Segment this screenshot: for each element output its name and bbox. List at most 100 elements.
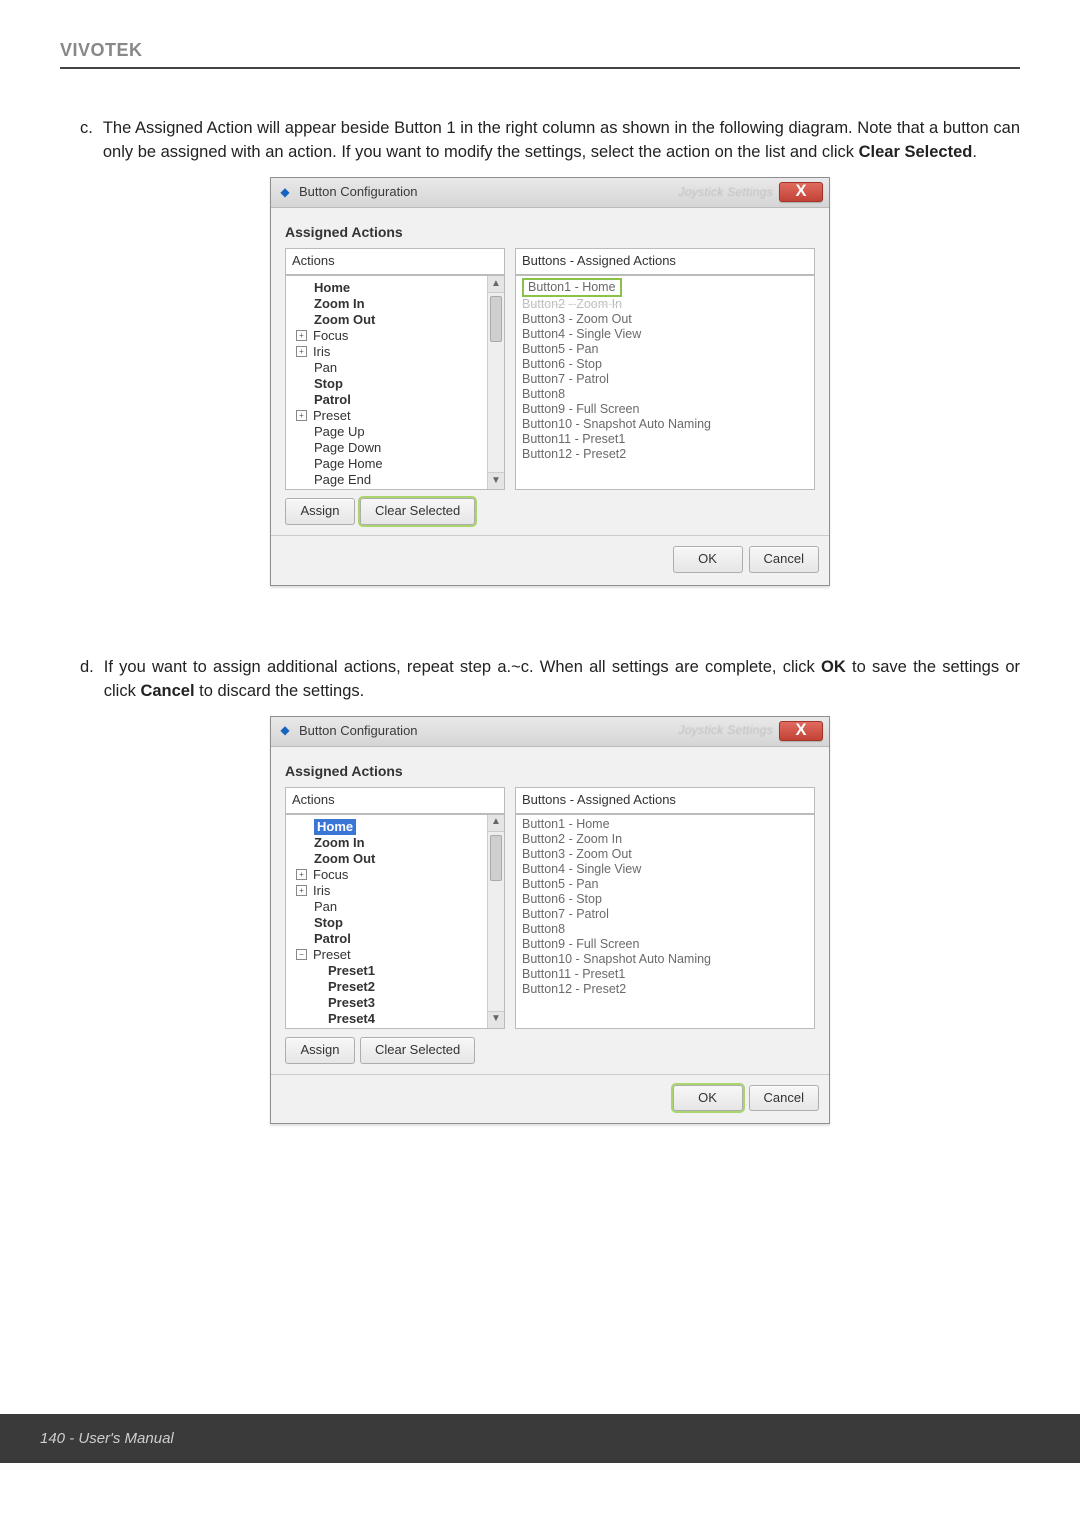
tree-item[interactable]: Zoom In bbox=[294, 835, 500, 851]
assign-button[interactable]: Assign bbox=[285, 498, 355, 525]
tree-item[interactable]: Page Down bbox=[294, 440, 500, 456]
tree-item-label: Zoom In bbox=[314, 835, 365, 851]
tree-item[interactable]: + Iris bbox=[294, 344, 500, 360]
app-icon: ◆ bbox=[277, 184, 293, 200]
scroll-thumb[interactable] bbox=[490, 296, 502, 342]
list-item[interactable]: Button7 - Patrol bbox=[520, 372, 814, 387]
list-item[interactable]: Button6 - Stop bbox=[520, 357, 814, 372]
scroll-up-icon[interactable]: ▲ bbox=[488, 815, 504, 832]
para-d-bold-1: OK bbox=[821, 658, 846, 676]
titlebar: ◆ Button Configuration Joystick Settings… bbox=[271, 717, 829, 747]
tree-item[interactable]: Zoom In bbox=[294, 296, 500, 312]
list-item[interactable]: Button11 - Preset1 bbox=[520, 967, 814, 982]
tree-item[interactable]: Preset2 bbox=[294, 979, 500, 995]
tree-item-label: Iris bbox=[313, 344, 330, 360]
list-item[interactable]: Button3 - Zoom Out bbox=[520, 312, 814, 327]
expander-icon[interactable]: + bbox=[296, 885, 307, 896]
list-item[interactable]: Button9 - Full Screen bbox=[520, 937, 814, 952]
list-item[interactable]: Button8 bbox=[520, 922, 814, 937]
expander-icon[interactable]: + bbox=[296, 410, 307, 421]
tree-item-label: Home bbox=[314, 819, 356, 835]
tree-item[interactable]: Preset1 bbox=[294, 963, 500, 979]
para-c-bold: Clear Selected bbox=[859, 143, 973, 161]
list-item[interactable]: Button11 - Preset1 bbox=[520, 432, 814, 447]
tree-item-label: Zoom Out bbox=[314, 851, 375, 867]
actions-tree[interactable]: HomeZoom InZoom Out+Focus+IrisPanStopPat… bbox=[285, 275, 505, 490]
tree-item[interactable]: Pan bbox=[294, 360, 500, 376]
list-item[interactable]: Button10 - Snapshot Auto Naming bbox=[520, 417, 814, 432]
cancel-button[interactable]: Cancel bbox=[749, 546, 819, 573]
list-item[interactable]: Button2 - Zoom In bbox=[520, 832, 814, 847]
assigned-list[interactable]: Button1 - HomeButton2 - Zoom InButton3 -… bbox=[515, 814, 815, 1029]
tree-item[interactable]: Patrol bbox=[294, 392, 500, 408]
page-number: 140 - User's Manual bbox=[40, 1430, 174, 1447]
tree-item[interactable]: Stop bbox=[294, 376, 500, 392]
tree-item[interactable]: Patrol bbox=[294, 931, 500, 947]
ok-button[interactable]: OK bbox=[673, 1085, 743, 1112]
list-item[interactable]: Button1 - Home bbox=[520, 817, 814, 832]
scroll-down-icon[interactable]: ▼ bbox=[488, 1011, 504, 1028]
tree-item[interactable]: +Iris bbox=[294, 883, 500, 899]
assign-button[interactable]: Assign bbox=[285, 1037, 355, 1064]
ok-button[interactable]: OK bbox=[673, 546, 743, 573]
dialog-title: Button Configuration bbox=[299, 183, 418, 202]
scroll-down-icon[interactable]: ▼ bbox=[488, 472, 504, 489]
tree-item[interactable]: +Preset bbox=[294, 408, 500, 424]
list-item[interactable]: Button12 - Preset2 bbox=[520, 447, 814, 462]
tree-item[interactable]: Home bbox=[294, 819, 500, 835]
list-item[interactable]: Button8 bbox=[520, 387, 814, 402]
dialog-body: Assigned Actions Actions HomeZoom InZoom… bbox=[271, 208, 829, 535]
list-item[interactable]: Button3 - Zoom Out bbox=[520, 847, 814, 862]
tree-item[interactable]: Pan bbox=[294, 899, 500, 915]
list-item[interactable]: Button12 - Preset2 bbox=[520, 982, 814, 997]
assigned-list[interactable]: Button1 - HomeButton2 - Zoom InButton3 -… bbox=[515, 275, 815, 490]
close-button[interactable]: X bbox=[779, 182, 823, 202]
tree-item[interactable]: +Focus bbox=[294, 328, 500, 344]
tree-item[interactable]: Preset4 bbox=[294, 1011, 500, 1027]
tree-item-label: Preset4 bbox=[328, 1011, 375, 1027]
list-item[interactable]: Button10 - Snapshot Auto Naming bbox=[520, 952, 814, 967]
tree-item[interactable]: Page Home bbox=[294, 456, 500, 472]
list-item[interactable]: Button7 - Patrol bbox=[520, 907, 814, 922]
dialog-footer: OK Cancel bbox=[271, 1074, 829, 1124]
list-item[interactable]: Button4 - Single View bbox=[520, 862, 814, 877]
page-footer: 140 - User's Manual bbox=[0, 1414, 1080, 1463]
list-item[interactable]: Button2 - Zoom In bbox=[520, 297, 814, 312]
clear-selected-button[interactable]: Clear Selected bbox=[360, 498, 475, 525]
close-button[interactable]: X bbox=[779, 721, 823, 741]
tree-item-label: Stop bbox=[314, 376, 343, 392]
tree-item[interactable]: −Preset bbox=[294, 947, 500, 963]
expander-icon[interactable]: + bbox=[296, 346, 307, 357]
clear-selected-button[interactable]: Clear Selected bbox=[360, 1037, 475, 1064]
scroll-up-icon[interactable]: ▲ bbox=[488, 276, 504, 293]
tree-item[interactable]: + Focus bbox=[294, 867, 500, 883]
screenshot-2: ◆ Button Configuration Joystick Settings… bbox=[270, 716, 830, 1125]
scrollbar[interactable]: ▲ ▼ bbox=[487, 276, 504, 489]
tree-item[interactable]: Stop bbox=[294, 915, 500, 931]
assigned-header: Buttons - Assigned Actions bbox=[515, 787, 815, 814]
list-item[interactable]: Button5 - Pan bbox=[520, 877, 814, 892]
list-item[interactable]: Button6 - Stop bbox=[520, 892, 814, 907]
list-item[interactable]: Button1 - Home bbox=[520, 278, 814, 297]
tree-item[interactable]: Zoom Out bbox=[294, 851, 500, 867]
scroll-thumb[interactable] bbox=[490, 835, 502, 881]
para-d-bold-2: Cancel bbox=[140, 682, 194, 700]
actions-tree[interactable]: HomeZoom InZoom Out + Focus+IrisPanStopPat… bbox=[285, 814, 505, 1029]
list-item[interactable]: Button9 - Full Screen bbox=[520, 402, 814, 417]
expander-icon[interactable]: − bbox=[296, 949, 307, 960]
tree-item-label: Focus bbox=[313, 867, 348, 883]
list-item[interactable]: Button4 - Single View bbox=[520, 327, 814, 342]
screenshot-1: ◆ Button Configuration Joystick Settings… bbox=[270, 177, 830, 586]
tree-item[interactable]: Page Up bbox=[294, 424, 500, 440]
tree-item[interactable]: Zoom Out bbox=[294, 312, 500, 328]
tree-item-label: Zoom In bbox=[314, 296, 365, 312]
expander-icon[interactable]: + bbox=[296, 869, 307, 880]
scrollbar[interactable]: ▲ ▼ bbox=[487, 815, 504, 1028]
list-item[interactable]: Button5 - Pan bbox=[520, 342, 814, 357]
expander-icon[interactable]: + bbox=[296, 330, 307, 341]
tree-item[interactable]: Home bbox=[294, 280, 500, 296]
tree-item[interactable]: Preset3 bbox=[294, 995, 500, 1011]
tree-item[interactable]: Page End bbox=[294, 472, 500, 488]
actions-header: Actions bbox=[285, 787, 505, 814]
cancel-button[interactable]: Cancel bbox=[749, 1085, 819, 1112]
